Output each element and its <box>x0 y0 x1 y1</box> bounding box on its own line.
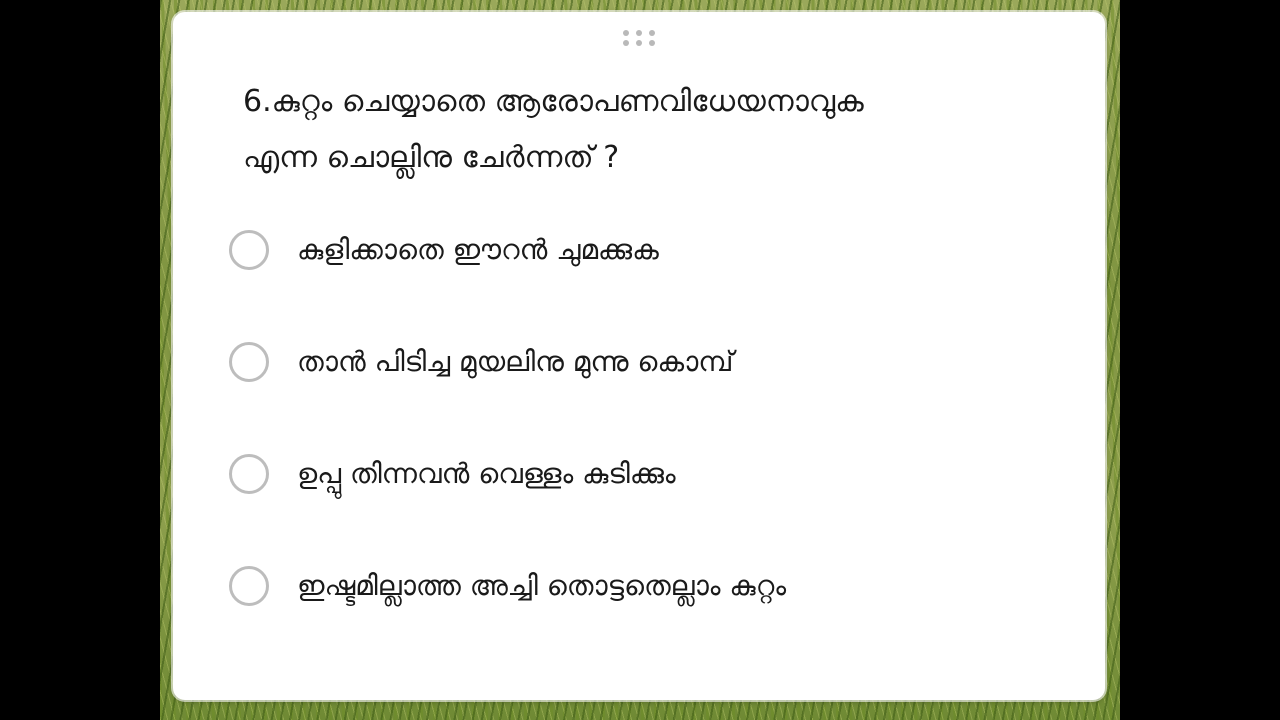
answer-option-2[interactable]: താൻ പിടിച്ച മുയലിനു മുന്നു കൊമ്പ് <box>229 334 1069 390</box>
drag-dot <box>636 30 642 36</box>
drag-dot <box>649 40 655 46</box>
answer-option-label: താൻ പിടിച്ച മുയലിനു മുന്നു കൊമ്പ് <box>297 345 734 378</box>
drag-dot <box>636 40 642 46</box>
radio-unchecked-icon[interactable] <box>229 454 269 494</box>
radio-unchecked-icon[interactable] <box>229 230 269 270</box>
question-line-2: എന്ന ചൊല്ലിനു ചേർന്നത് ? <box>243 140 620 175</box>
answer-option-3[interactable]: ഉപ്പു തിന്നവൻ വെള്ളം കുടിക്കും <box>229 446 1069 502</box>
drag-dot <box>649 30 655 36</box>
answer-option-label: ഇഷ്ടമില്ലാത്ത അച്ചി തൊട്ടതെല്ലാം കുറ്റം <box>297 569 787 602</box>
answer-option-4[interactable]: ഇഷ്ടമില്ലാത്ത അച്ചി തൊട്ടതെല്ലാം കുറ്റം <box>229 558 1069 614</box>
answer-option-1[interactable]: കുളിക്കാതെ ഈറൻ ചുമക്കുക <box>229 222 1069 278</box>
answer-option-label: കുളിക്കാതെ ഈറൻ ചുമക്കുക <box>297 233 659 266</box>
question-text: 6.കുറ്റം ചെയ്യാതെ ആരോപണവിധേയനാവുക എന്ന ച… <box>243 74 1063 186</box>
background-photo: 6.കുറ്റം ചെയ്യാതെ ആരോപണവിധേയനാവുക എന്ന ച… <box>160 0 1120 720</box>
radio-unchecked-icon[interactable] <box>229 342 269 382</box>
question-line-1: 6.കുറ്റം ചെയ്യാതെ ആരോപണവിധേയനാവുക <box>243 84 864 119</box>
quiz-card: 6.കുറ്റം ചെയ്യാതെ ആരോപണവിധേയനാവുക എന്ന ച… <box>173 12 1105 700</box>
answer-option-label: ഉപ്പു തിന്നവൻ വെള്ളം കുടിക്കും <box>297 457 676 490</box>
drag-dot <box>623 40 629 46</box>
drag-handle-icon[interactable] <box>623 30 659 50</box>
radio-unchecked-icon[interactable] <box>229 566 269 606</box>
drag-dot <box>623 30 629 36</box>
